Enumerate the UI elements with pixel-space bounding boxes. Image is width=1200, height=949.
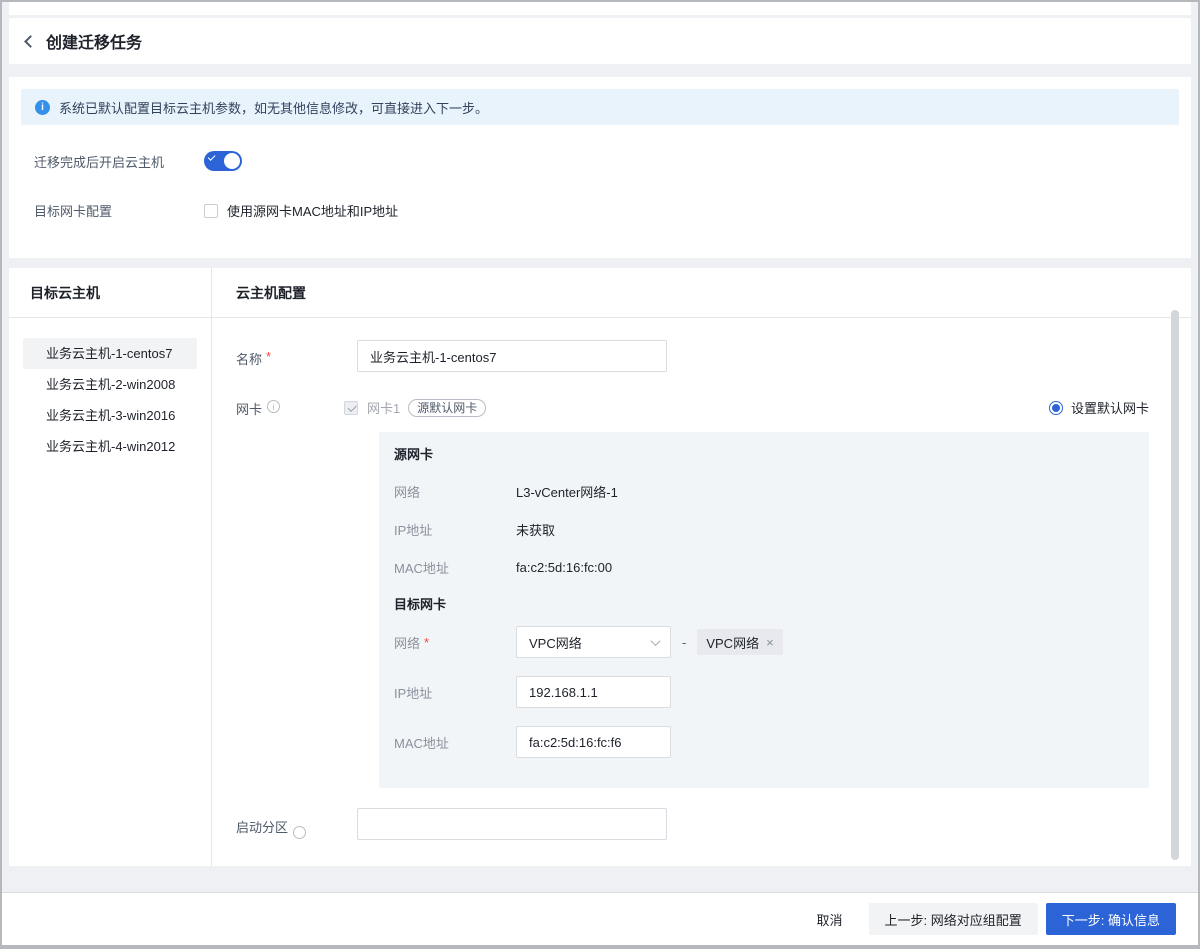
page-header: 创建迁移任务 bbox=[9, 18, 1191, 64]
nic1-label: 网卡1 bbox=[367, 398, 400, 417]
boot-partition-label: 启动分区 bbox=[236, 808, 357, 840]
create-migration-task-page: 创建迁移任务 i 系统已默认配置目标云主机参数，如无其他信息修改，可直接进入下一… bbox=[0, 0, 1200, 949]
footer-bar: 取消 上一步: 网络对应组配置 下一步: 确认信息 bbox=[2, 892, 1198, 945]
chevron-down-icon bbox=[651, 636, 661, 646]
source-ip-row: IP地址 未获取 bbox=[394, 520, 1125, 539]
host-list-item[interactable]: 业务云主机-4-win2012 bbox=[23, 431, 197, 462]
name-label: 名称* bbox=[236, 340, 357, 372]
host-config-card: 目标云主机 业务云主机-1-centos7 业务云主机-2-win2008 业务… bbox=[9, 268, 1191, 866]
nic-config-label: 目标网卡配置 bbox=[34, 201, 204, 220]
power-on-row: 迁移完成后开启云主机 bbox=[34, 151, 1179, 171]
use-source-mac-checkbox[interactable] bbox=[204, 204, 218, 218]
top-strip bbox=[9, 2, 1191, 15]
network-tag: VPC网络 × bbox=[697, 629, 782, 655]
host-list-item[interactable]: 业务云主机-3-win2016 bbox=[23, 400, 197, 431]
info-icon: i bbox=[267, 400, 280, 413]
source-nic-title: 源网卡 bbox=[394, 446, 1125, 464]
source-network-row: 网络 L3-vCenter网络-1 bbox=[394, 482, 1125, 501]
required-asterisk: * bbox=[266, 349, 271, 364]
close-icon[interactable]: × bbox=[766, 636, 774, 649]
info-banner: i 系统已默认配置目标云主机参数，如无其他信息修改，可直接进入下一步。 bbox=[21, 89, 1179, 125]
source-mac-row: MAC地址 fa:c2:5d:16:fc:00 bbox=[394, 558, 1125, 577]
dest-mac-row: MAC地址 bbox=[394, 726, 1125, 758]
power-on-label: 迁移完成后开启云主机 bbox=[34, 152, 204, 171]
dest-nic-title: 目标网卡 bbox=[394, 596, 1125, 614]
dest-mac-input[interactable] bbox=[516, 726, 671, 758]
name-input[interactable] bbox=[357, 340, 667, 372]
nic-detail-panel: 源网卡 网络 L3-vCenter网络-1 IP地址 未获取 MAC地址 bbox=[379, 432, 1149, 788]
host-list-item[interactable]: 业务云主机-2-win2008 bbox=[23, 369, 197, 400]
info-banner-text: 系统已默认配置目标云主机参数，如无其他信息修改，可直接进入下一步。 bbox=[59, 98, 488, 117]
set-default-nic-radio[interactable] bbox=[1049, 401, 1063, 415]
info-icon: i bbox=[35, 100, 50, 115]
info-icon bbox=[293, 826, 306, 839]
next-step-button[interactable]: 下一步: 确认信息 bbox=[1046, 903, 1176, 935]
host-config-panel: 云主机配置 名称* 网卡 i 网卡1 bbox=[212, 268, 1191, 866]
check-icon bbox=[208, 153, 215, 160]
page-title: 创建迁移任务 bbox=[46, 29, 142, 53]
nic1-checkbox bbox=[344, 401, 358, 415]
dest-network-select[interactable]: VPC网络 bbox=[516, 626, 671, 658]
toggle-knob bbox=[224, 153, 240, 169]
host-config-form: 名称* 网卡 i 网卡1 源默认网卡 bbox=[212, 318, 1191, 840]
set-default-nic-label[interactable]: 设置默认网卡 bbox=[1071, 398, 1149, 417]
nic1-line: 网卡1 源默认网卡 设置默认网卡 bbox=[344, 398, 1149, 417]
boot-partition-input[interactable] bbox=[357, 808, 667, 840]
power-on-toggle[interactable] bbox=[204, 151, 242, 171]
source-default-nic-badge: 源默认网卡 bbox=[408, 399, 486, 417]
dest-ip-row: IP地址 bbox=[394, 676, 1125, 708]
dest-network-row: 网络* VPC网络 - VPC网络 × bbox=[394, 626, 1125, 658]
scrollbar bbox=[1171, 310, 1179, 860]
use-source-mac-label[interactable]: 使用源网卡MAC地址和IP地址 bbox=[227, 201, 398, 220]
host-list-item[interactable]: 业务云主机-1-centos7 bbox=[23, 338, 197, 369]
back-icon[interactable] bbox=[24, 35, 37, 48]
nic-row: 网卡 i 网卡1 源默认网卡 设置默认网卡 源网卡 bbox=[236, 398, 1149, 788]
host-config-header: 云主机配置 bbox=[212, 268, 1191, 318]
general-settings-card: i 系统已默认配置目标云主机参数，如无其他信息修改，可直接进入下一步。 迁移完成… bbox=[9, 77, 1191, 258]
dest-ip-input[interactable] bbox=[516, 676, 671, 708]
prev-step-button[interactable]: 上一步: 网络对应组配置 bbox=[869, 903, 1038, 935]
scrollbar-thumb[interactable] bbox=[1171, 310, 1179, 860]
host-list: 业务云主机-1-centos7 业务云主机-2-win2008 业务云主机-3-… bbox=[9, 318, 211, 462]
required-asterisk: * bbox=[424, 635, 429, 650]
nic-config-row: 目标网卡配置 使用源网卡MAC地址和IP地址 bbox=[34, 201, 1179, 220]
boot-partition-row: 启动分区 bbox=[236, 808, 1149, 840]
name-row: 名称* bbox=[236, 340, 1149, 372]
target-hosts-panel: 目标云主机 业务云主机-1-centos7 业务云主机-2-win2008 业务… bbox=[9, 268, 212, 866]
nic-label: 网卡 i bbox=[236, 398, 357, 788]
network-separator: - bbox=[682, 635, 686, 650]
cancel-button[interactable]: 取消 bbox=[801, 903, 859, 935]
target-hosts-header: 目标云主机 bbox=[9, 268, 211, 318]
dest-network-label: 网络* bbox=[394, 633, 516, 652]
